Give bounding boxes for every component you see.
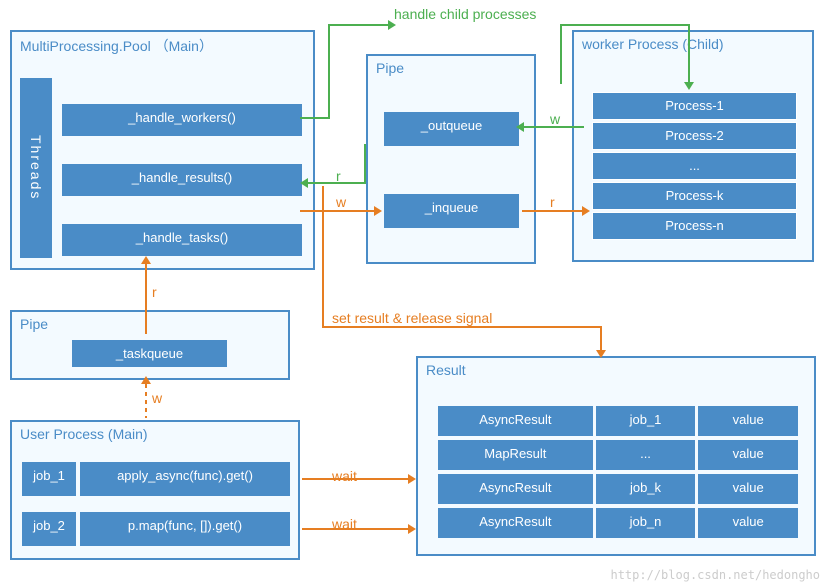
job2-call: p.map(func, []).get() bbox=[80, 512, 290, 546]
worker-process-box: worker Process (Child) Process-1 Process… bbox=[572, 30, 814, 262]
arrow-to-handle-label bbox=[328, 24, 388, 26]
process-row: Process-k bbox=[592, 182, 797, 210]
result-row: AsyncResult job_k value bbox=[438, 474, 798, 504]
arrow-tasks-out bbox=[300, 210, 330, 212]
threads-label: Threads bbox=[20, 78, 52, 258]
handle-results-node: _handle_results() bbox=[62, 164, 302, 196]
multiprocessing-pool-box: MultiProcessing.Pool （Main） Threads _han… bbox=[10, 30, 315, 270]
arrow-user-to-taskqueue-dash bbox=[145, 384, 147, 418]
arrow-handle-down bbox=[560, 24, 562, 84]
pipe-left-box: Pipe _taskqueue bbox=[10, 310, 290, 380]
result-val: value bbox=[698, 508, 798, 538]
arrow-handle-horizontal bbox=[560, 24, 690, 26]
arrow-handle-to-worker bbox=[688, 24, 690, 82]
result-val: value bbox=[698, 406, 798, 436]
result-job: job_k bbox=[596, 474, 696, 504]
result-val: value bbox=[698, 440, 798, 470]
job1-call: apply_async(func).get() bbox=[80, 462, 290, 496]
multiprocessing-pool-title: MultiProcessing.Pool （Main） bbox=[12, 32, 313, 60]
w-label-inqueue: w bbox=[336, 194, 346, 210]
wait-label-1: wait bbox=[332, 468, 357, 484]
result-type: AsyncResult bbox=[438, 474, 593, 504]
pipe-top-title: Pipe bbox=[368, 56, 534, 80]
arrow-outqueue-down bbox=[364, 144, 366, 184]
result-row: MapResult ... value bbox=[438, 440, 798, 470]
arrow-setresult-to-result bbox=[600, 326, 602, 350]
handle-workers-node: _handle_workers() bbox=[62, 104, 302, 136]
arrow-workers-vert bbox=[328, 24, 330, 119]
arrow-setresult-vert bbox=[322, 186, 324, 326]
arrow-inqueue-to-worker bbox=[522, 210, 582, 212]
result-job: job_n bbox=[596, 508, 696, 538]
w-label-tasks: w bbox=[152, 390, 162, 406]
result-type: AsyncResult bbox=[438, 508, 593, 538]
job1-id: job_1 bbox=[22, 462, 76, 496]
inqueue-node: _inqueue bbox=[384, 194, 519, 228]
result-type: MapResult bbox=[438, 440, 593, 470]
outqueue-node: _outqueue bbox=[384, 112, 519, 146]
arrow-tasks-to-inqueue bbox=[328, 210, 374, 212]
job2-id: job_2 bbox=[22, 512, 76, 546]
arrow-workers-out bbox=[300, 117, 330, 119]
pipe-left-title: Pipe bbox=[12, 312, 288, 336]
result-box: Result AsyncResult job_1 value MapResult… bbox=[416, 356, 816, 556]
result-row: AsyncResult job_n value bbox=[438, 508, 798, 538]
arrow-setresult-horiz bbox=[322, 326, 602, 328]
w-label-outqueue: w bbox=[550, 111, 560, 127]
r-label-tasks: r bbox=[152, 284, 157, 300]
worker-process-title: worker Process (Child) bbox=[574, 32, 812, 56]
user-job-row: job_2 p.map(func, []).get() bbox=[22, 512, 290, 546]
result-job: ... bbox=[596, 440, 696, 470]
process-row: ... bbox=[592, 152, 797, 180]
arrow-taskqueue-to-tasks bbox=[145, 264, 147, 334]
arrow-worker-to-outqueue bbox=[524, 126, 584, 128]
process-row: Process-2 bbox=[592, 122, 797, 150]
result-val: value bbox=[698, 474, 798, 504]
result-title: Result bbox=[418, 358, 814, 382]
handle-tasks-node: _handle_tasks() bbox=[62, 224, 302, 256]
result-row: AsyncResult job_1 value bbox=[438, 406, 798, 436]
process-row: Process-1 bbox=[592, 92, 797, 120]
user-process-box: User Process (Main) job_1 apply_async(fu… bbox=[10, 420, 300, 560]
user-job-row: job_1 apply_async(func).get() bbox=[22, 462, 290, 496]
result-type: AsyncResult bbox=[438, 406, 593, 436]
watermark: http://blog.csdn.net/hedongho bbox=[610, 568, 820, 582]
set-result-label: set result & release signal bbox=[332, 310, 492, 326]
result-job: job_1 bbox=[596, 406, 696, 436]
arrow-outqueue-to-results bbox=[308, 182, 366, 184]
arrow-job2-wait bbox=[302, 528, 408, 530]
user-process-title: User Process (Main) bbox=[12, 422, 298, 446]
r-label-inqueue: r bbox=[550, 194, 555, 210]
handle-child-label: handle child processes bbox=[394, 6, 536, 22]
arrow-job1-wait bbox=[302, 478, 408, 480]
process-row: Process-n bbox=[592, 212, 797, 240]
taskqueue-node: _taskqueue bbox=[72, 340, 227, 367]
pipe-top-box: Pipe _outqueue _inqueue bbox=[366, 54, 536, 264]
